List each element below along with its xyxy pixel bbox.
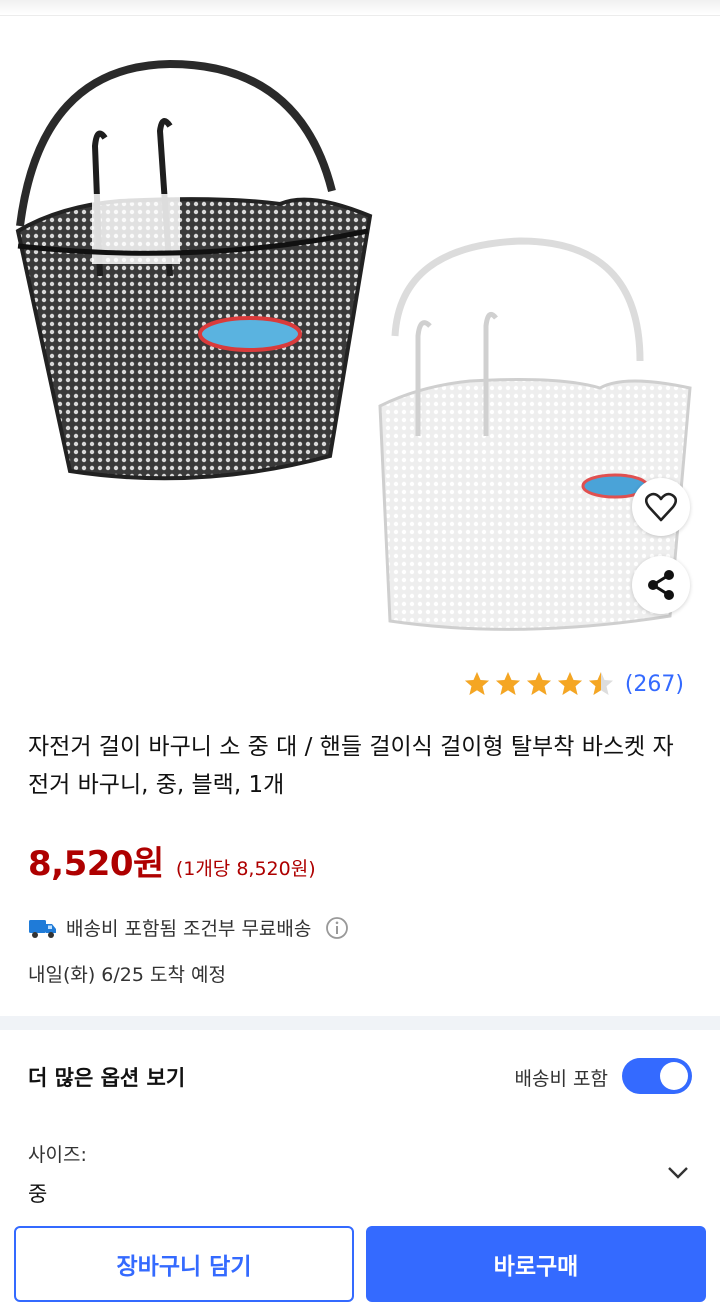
chevron-down-icon xyxy=(668,1167,688,1179)
truck-icon xyxy=(29,919,56,938)
product-rating[interactable]: (267) xyxy=(463,670,684,698)
star-icon xyxy=(526,672,551,695)
share-icon xyxy=(648,570,674,600)
black-basket xyxy=(15,59,373,481)
heart-icon xyxy=(645,492,677,522)
basket-illustration xyxy=(15,59,692,631)
size-option-select[interactable] xyxy=(0,1130,720,1216)
star-icon xyxy=(495,672,520,695)
more-options-title: 더 많은 옵션 보기 xyxy=(28,1066,186,1090)
star-icon xyxy=(464,672,489,695)
sale-price: 8,520원 xyxy=(28,844,164,884)
shipping-text: 배송비 포함됨 조건부 무료배송 xyxy=(66,918,312,940)
shipping-toggle-label: 배송비 포함 xyxy=(514,1068,608,1090)
rating-count[interactable]: (267) xyxy=(625,672,684,697)
share-button[interactable] xyxy=(632,556,690,614)
delivery-date: 내일(화) 6/25 도착 예정 xyxy=(28,964,226,986)
star-icon xyxy=(588,672,613,695)
shipping-included-toggle[interactable] xyxy=(622,1058,692,1094)
star-icon xyxy=(557,672,582,695)
wishlist-button[interactable] xyxy=(632,478,690,536)
size-label: 사이즈: xyxy=(28,1144,87,1166)
price-row: 8,520원 (1개당 8,520원) xyxy=(28,836,316,885)
add-to-cart-button[interactable]: 장바구니 담기 xyxy=(14,1226,354,1302)
size-value: 중 xyxy=(28,1182,48,1206)
top-bar-shadow xyxy=(0,0,720,16)
section-divider xyxy=(0,1016,720,1030)
product-image[interactable] xyxy=(0,16,720,640)
info-icon[interactable] xyxy=(325,916,349,940)
product-title: 자전거 걸이 바구니 소 중 대 / 핸들 걸이식 걸이형 탈부착 바스켓 자전… xyxy=(28,734,674,798)
rating-stars xyxy=(463,670,615,698)
unit-price: (1개당 8,520원) xyxy=(175,858,316,880)
buy-now-button[interactable]: 바로구매 xyxy=(366,1226,706,1302)
shipping-info: 배송비 포함됨 조건부 무료배송 xyxy=(28,914,349,941)
toggle-knob xyxy=(660,1062,688,1090)
